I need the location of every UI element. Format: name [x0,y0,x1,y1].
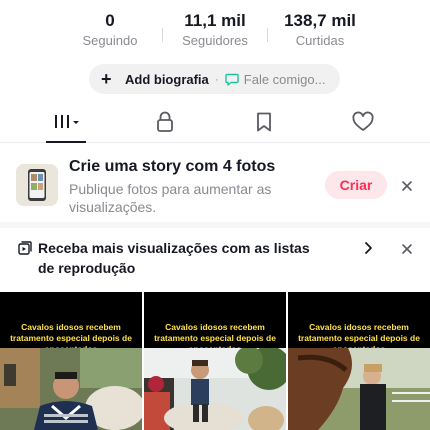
stat-followers[interactable]: 11,1 mil Seguidores [165,10,265,50]
tab-private[interactable] [115,105,215,143]
profile-stats: 0 Seguindo 11,1 mil Seguidores 138,7 mil… [0,10,430,54]
close-icon[interactable] [400,242,414,256]
following-count: 0 [105,11,115,30]
lock-icon [155,111,175,138]
video-thumbnail[interactable]: Cavalos idosos recebem tratamento especi… [0,292,142,430]
heart-icon [351,111,375,138]
chevron-right-icon[interactable] [362,241,374,255]
story-preview-image [16,164,58,206]
bio-bar: + Add biografia · Fale comigo... [89,64,340,94]
playlist-icon [18,241,32,255]
likes-label: Curtidas [295,33,345,48]
followers-count: 11,1 mil [184,11,246,30]
story-subtitle: Publique fotos para aumentar as visualiz… [69,181,272,215]
story-prompt-card: Crie uma story com 4 fotos Publique foto… [0,152,430,220]
video-grid: Cavalos idosos recebem tratamento especi… [0,292,430,430]
video-thumbnail[interactable]: Cavalos idosos recebem tratamento especi… [144,292,286,430]
following-label: Seguindo [82,33,138,48]
videos-grid-icon [51,112,81,137]
active-tab-indicator [46,141,86,143]
followers-label: Seguidores [182,33,248,48]
tab-saved[interactable] [214,105,314,143]
video-scene-image [0,348,142,430]
playlist-promo[interactable]: Receba mais visualizações com as listas … [0,230,430,286]
video-scene-image [288,348,430,430]
create-story-button[interactable]: Criar [325,171,387,199]
stat-divider [267,28,268,42]
stat-likes[interactable]: 138,7 mil Curtidas [270,10,370,50]
likes-count: 138,7 mil [284,11,356,30]
bio-separator: · [214,72,219,86]
chat-bubble-icon [225,72,239,86]
add-bio-button[interactable]: Add biografia [125,72,209,87]
close-icon[interactable] [400,179,414,193]
chat-link[interactable]: Fale comigo... [244,72,326,87]
playlist-promo-text: Receba mais visualizações com as listas … [38,240,310,276]
plus-icon[interactable]: + [101,70,119,88]
bookmark-icon [255,111,273,138]
stat-following[interactable]: 0 Seguindo [60,10,160,50]
section-divider [0,222,430,228]
tab-videos[interactable] [16,105,116,143]
story-title: Crie uma story com 4 fotos [69,158,276,175]
tab-liked[interactable] [313,105,413,143]
video-thumbnail[interactable]: Cavalos idosos recebem tratamento especi… [288,292,430,430]
profile-tabs [0,105,430,143]
video-scene-image [144,348,286,430]
stat-divider [162,28,163,42]
